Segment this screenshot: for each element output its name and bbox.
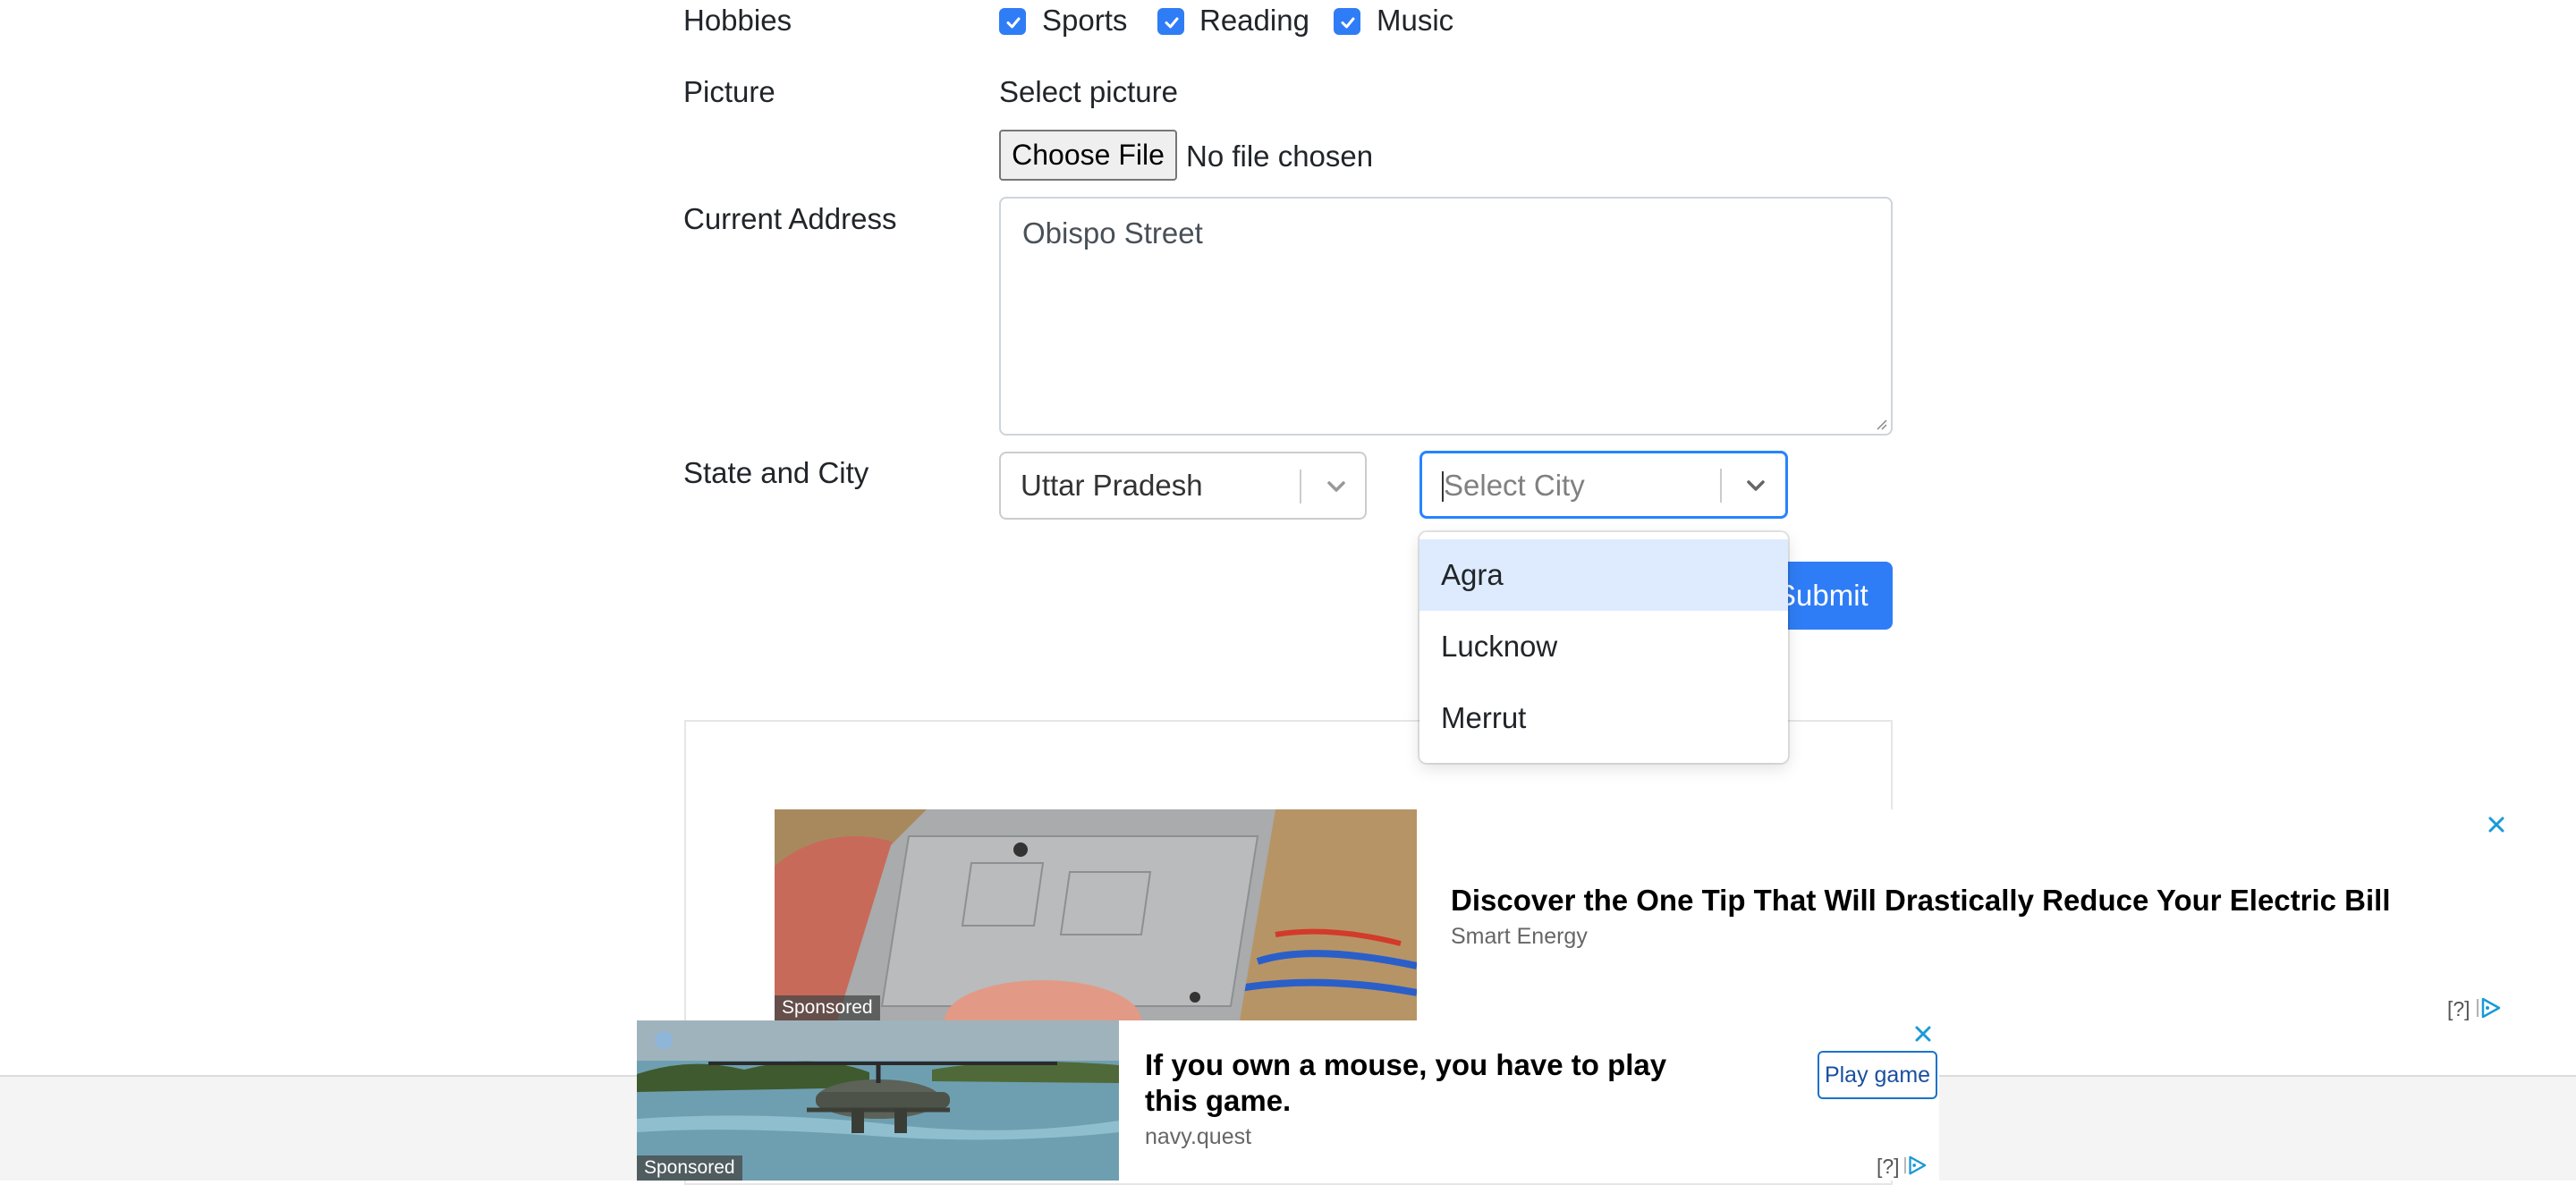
adchoices-icon[interactable] xyxy=(2476,996,2503,1020)
file-status: No file chosen xyxy=(1186,140,1374,173)
ad-image-helicopter[interactable]: Sponsored xyxy=(637,1020,1119,1181)
city-option-merrut[interactable]: Merrut xyxy=(1419,682,1788,754)
address-text: Obispo Street xyxy=(1022,216,1203,250)
picture-label: Picture xyxy=(683,75,775,108)
check-icon xyxy=(1006,17,1021,29)
play-game-button[interactable]: Play game xyxy=(1818,1051,1937,1099)
city-option-agra[interactable]: Agra xyxy=(1419,539,1788,611)
chevron-down-icon[interactable] xyxy=(1742,472,1769,499)
sponsored-tag: Sponsored xyxy=(637,1155,742,1181)
sports-checkbox[interactable] xyxy=(999,8,1026,35)
reading-label[interactable]: Reading xyxy=(1199,4,1309,38)
current-address-textarea[interactable]: Obispo Street xyxy=(999,197,1893,436)
sponsored-tag: Sponsored xyxy=(775,995,880,1020)
chevron-down-icon[interactable] xyxy=(1323,473,1350,500)
adchoices-icon[interactable] xyxy=(1903,1155,1928,1176)
city-select[interactable]: Select City xyxy=(1419,451,1788,519)
ad2-source[interactable]: navy.quest xyxy=(1145,1124,1251,1150)
city-dropdown-menu: Agra Lucknow Merrut xyxy=(1419,532,1788,763)
sports-label[interactable]: Sports xyxy=(1042,4,1127,38)
select-separator xyxy=(1720,469,1722,503)
ad2-title[interactable]: If you own a mouse, you have to play thi… xyxy=(1145,1047,1717,1119)
state-city-label: State and City xyxy=(683,456,869,489)
sponsored-ad-game[interactable]: Sponsored If you own a mouse, you have t… xyxy=(637,1020,1939,1181)
close-icon[interactable] xyxy=(2485,813,2508,836)
check-icon xyxy=(1165,17,1179,29)
state-value: Uttar Pradesh xyxy=(1021,469,1203,502)
current-address-label: Current Address xyxy=(683,202,897,235)
reading-checkbox[interactable] xyxy=(1157,8,1184,35)
close-icon[interactable] xyxy=(1911,1022,1935,1045)
submit-label: Submit xyxy=(1776,579,1868,612)
music-checkbox[interactable] xyxy=(1334,8,1360,35)
hobbies-label: Hobbies xyxy=(683,4,792,37)
sponsored-ad-electric[interactable]: Sponsored Discover the One Tip That Will… xyxy=(760,809,2549,1020)
ad2-info[interactable]: [?] xyxy=(1877,1155,1900,1179)
select-separator xyxy=(1300,470,1301,504)
ad1-source[interactable]: Smart Energy xyxy=(1451,924,1588,950)
picture-caption: Select picture xyxy=(999,75,1178,108)
resize-grip-icon[interactable] xyxy=(1875,418,1887,430)
check-icon xyxy=(1341,17,1355,29)
ad-image-circuit-breaker[interactable]: Sponsored xyxy=(775,809,1417,1020)
choose-file-button[interactable]: Choose File xyxy=(999,130,1177,181)
city-placeholder: Select City xyxy=(1444,469,1585,502)
state-select[interactable]: Uttar Pradesh xyxy=(999,452,1367,520)
music-label[interactable]: Music xyxy=(1377,4,1453,38)
ad1-title[interactable]: Discover the One Tip That Will Drastical… xyxy=(1451,884,2391,918)
ad1-info[interactable]: [?] xyxy=(2447,997,2470,1021)
city-option-lucknow[interactable]: Lucknow xyxy=(1419,611,1788,682)
